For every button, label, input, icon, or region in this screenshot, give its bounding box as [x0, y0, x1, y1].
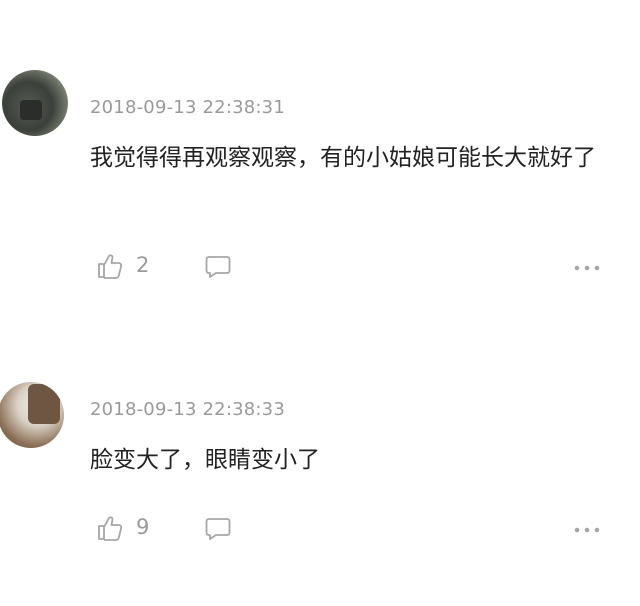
- comment-text: 我觉得得再观察观察，有的小姑娘可能长大就好了: [90, 145, 596, 171]
- comment-bubble-icon[interactable]: [204, 252, 232, 280]
- comment-actions: 2: [96, 252, 606, 284]
- thumbs-up-icon[interactable]: [96, 514, 124, 542]
- more-dots-icon[interactable]: [572, 514, 602, 542]
- like-count: 9: [136, 515, 150, 539]
- comment-timestamp: 2018-09-13 22:38:33: [90, 399, 285, 420]
- comment-list: 2018-09-13 22:38:31 我觉得得再观察观察，有的小姑娘可能长大就…: [0, 0, 640, 606]
- avatar[interactable]: [2, 70, 68, 136]
- comment-text: 脸变大了，眼睛变小了: [90, 447, 320, 473]
- comment-bubble-icon[interactable]: [204, 514, 232, 542]
- thumbs-up-icon[interactable]: [96, 252, 124, 280]
- like-count: 2: [136, 253, 150, 277]
- more-dots-icon[interactable]: [572, 252, 602, 280]
- comment-timestamp: 2018-09-13 22:38:31: [90, 97, 285, 118]
- comment-actions: 9: [96, 514, 606, 546]
- avatar[interactable]: [0, 382, 64, 448]
